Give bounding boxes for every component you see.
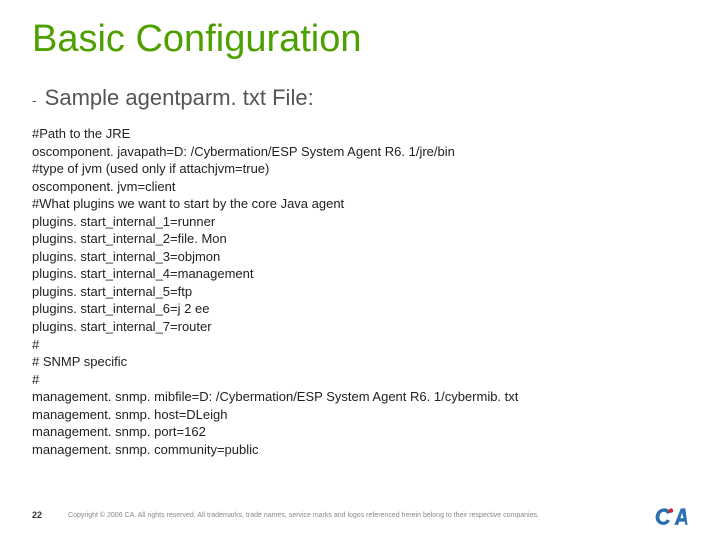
config-file-content: #Path to the JRE oscomponent. javapath=D… bbox=[32, 125, 688, 458]
footer: 22 Copyright © 2006 CA. All rights reser… bbox=[32, 504, 688, 526]
copyright-text: Copyright © 2006 CA. All rights reserved… bbox=[42, 512, 654, 519]
bullet-dash: - bbox=[32, 83, 37, 107]
slide: Basic Configuration - Sample agentparm. … bbox=[0, 0, 720, 540]
page-number: 22 bbox=[32, 510, 42, 520]
slide-title: Basic Configuration bbox=[32, 18, 688, 61]
subtitle-text: Sample agentparm. txt File: bbox=[45, 85, 314, 111]
subtitle-row: - Sample agentparm. txt File: bbox=[32, 83, 688, 111]
ca-logo-icon bbox=[654, 504, 688, 526]
